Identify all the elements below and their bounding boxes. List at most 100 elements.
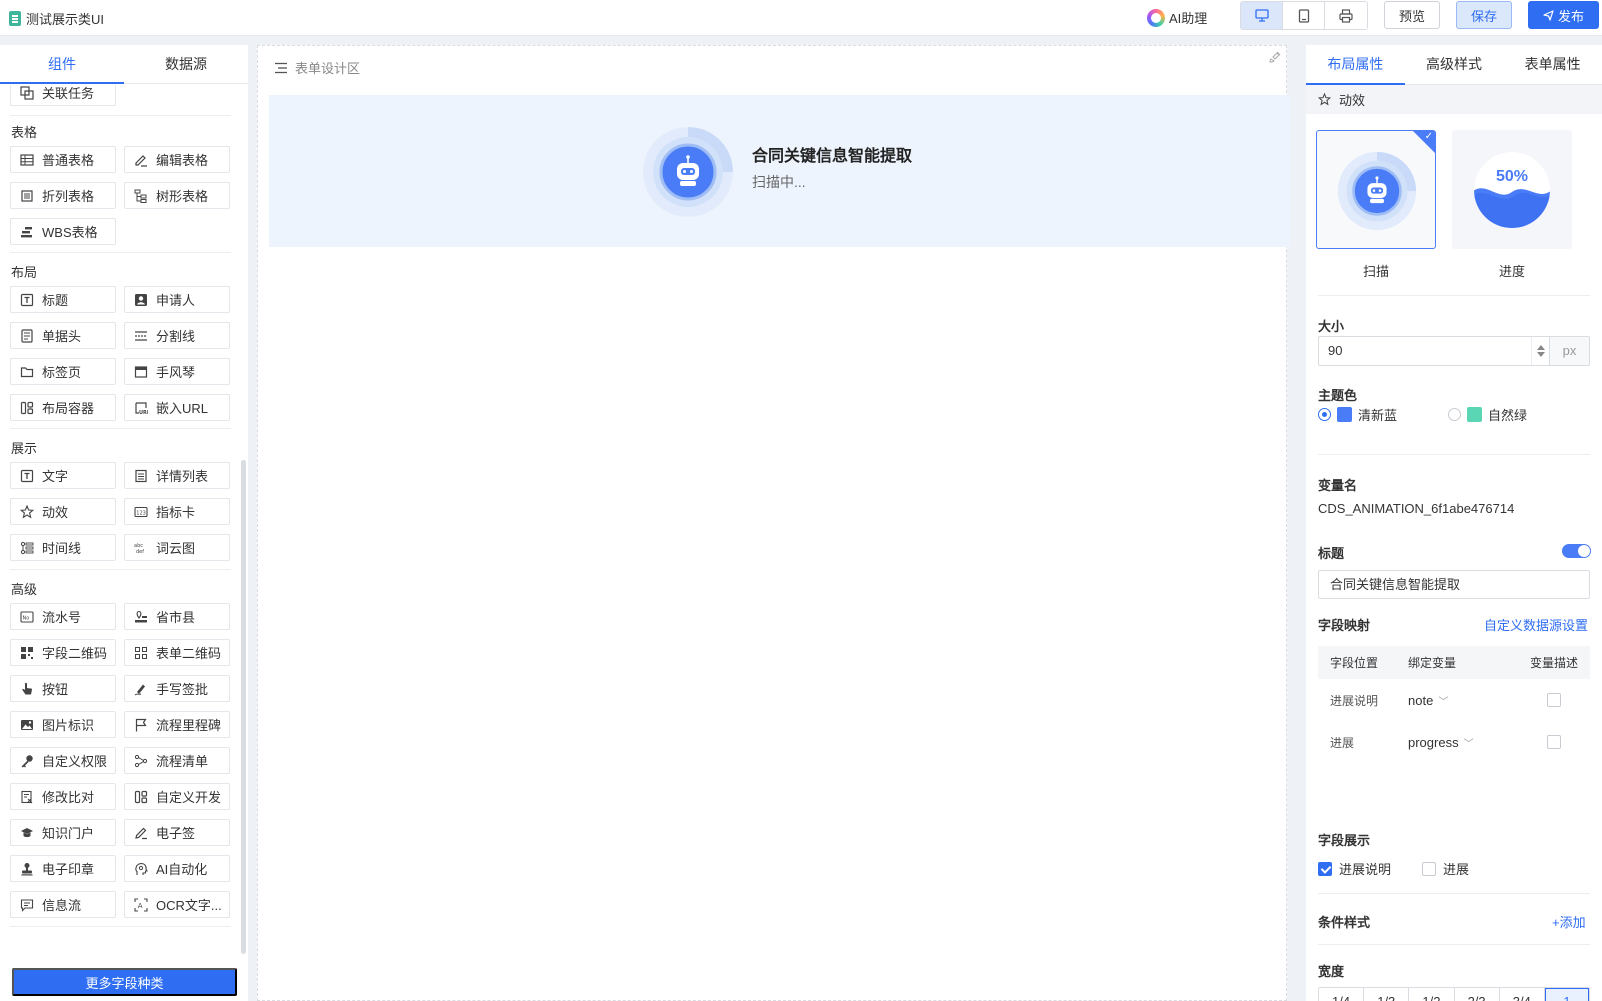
animation-option-progress[interactable]: 50% [1452, 130, 1572, 249]
checkbox-checked[interactable] [1318, 861, 1332, 876]
qr-code-icon [20, 646, 34, 660]
comp-related-task[interactable]: 关联任务 [10, 85, 116, 106]
section-header-animation: 动效 [1306, 85, 1602, 114]
width-option[interactable]: 3/4 [1500, 988, 1545, 1001]
radio-selected[interactable] [1318, 408, 1331, 421]
publish-button[interactable]: 发布 [1528, 1, 1600, 29]
ai-assistant-button[interactable]: AI助理 [1147, 8, 1207, 27]
comp-e-sign[interactable]: 电子签 [124, 819, 230, 846]
comp-timeline[interactable]: 时间线 [10, 534, 116, 561]
field-mapping-label: 字段映射 [1318, 618, 1371, 633]
width-option-selected[interactable]: 1 [1544, 988, 1590, 1001]
divider [1318, 944, 1590, 945]
tab-layout-props[interactable]: 布局属性 [1306, 45, 1405, 85]
comp-button[interactable]: 按钮 [10, 675, 116, 702]
star-icon [20, 504, 34, 519]
comp-milestone[interactable]: 流程里程碑 [124, 711, 230, 738]
animation-option-scan[interactable]: ✓ [1316, 130, 1436, 249]
svg-text:def: def [136, 549, 144, 555]
svg-text:URL: URL [139, 410, 148, 415]
desktop-view-button[interactable] [1241, 2, 1283, 29]
comp-field-qr[interactable]: 字段二维码 [10, 639, 116, 666]
width-option[interactable]: 1/3 [1364, 988, 1410, 1001]
comp-tree-table[interactable]: 树形表格 [124, 182, 230, 209]
preview-button[interactable]: 预览 [1384, 1, 1441, 29]
width-option[interactable]: 2/3 [1455, 988, 1500, 1001]
broom-icon[interactable] [1268, 50, 1282, 64]
scrollbar[interactable] [241, 460, 246, 954]
add-condition-link[interactable]: +添加 [1552, 912, 1586, 931]
comp-province[interactable]: 省市县 [124, 603, 230, 630]
comp-doc-header[interactable]: 单据头 [10, 322, 116, 349]
comp-process-list[interactable]: 流程清单 [124, 747, 230, 774]
stepper-up-icon[interactable] [1536, 345, 1545, 350]
scan-label: 扫描 [1362, 264, 1389, 279]
comp-animation[interactable]: 动效 [10, 498, 116, 525]
variable-select[interactable]: progress ﹀ [1408, 735, 1518, 750]
tab-components[interactable]: 组件 [0, 45, 124, 84]
tab-form-props[interactable]: 表单属性 [1503, 45, 1602, 84]
comp-tab-page[interactable]: 标签页 [10, 358, 116, 385]
theme-option-blue[interactable]: 清新蓝 [1318, 405, 1397, 424]
comp-custom-dev[interactable]: 自定义开发 [124, 783, 230, 810]
comp-info-flow[interactable]: 信息流 [10, 891, 116, 918]
print-view-button[interactable] [1325, 2, 1367, 29]
checkbox-unchecked[interactable] [1422, 861, 1436, 876]
comp-ocr[interactable]: A OCR文字... [124, 891, 230, 918]
comp-divider[interactable]: 分割线 [124, 322, 230, 349]
comp-e-seal[interactable]: 电子印章 [10, 855, 116, 882]
save-button[interactable]: 保存 [1456, 1, 1513, 29]
tab-advanced-style[interactable]: 高级样式 [1405, 45, 1504, 84]
comp-embed-url[interactable]: URL 嵌入URL [124, 394, 230, 421]
comp-form-qr[interactable]: 表单二维码 [124, 639, 230, 666]
star-icon [1318, 93, 1331, 106]
width-option[interactable]: 1/2 [1409, 988, 1455, 1001]
pen-icon [134, 682, 148, 696]
size-label: 大小 [1318, 319, 1345, 334]
radio-unselected[interactable] [1448, 408, 1461, 421]
comp-edit-table[interactable]: 编辑表格 [124, 146, 230, 173]
comp-layout-container[interactable]: 布局容器 [10, 394, 116, 421]
comp-accordion[interactable]: 手风琴 [124, 358, 230, 385]
comp-knowledge-portal[interactable]: 知识门户 [10, 819, 116, 846]
custom-datasource-link[interactable]: 自定义数据源设置 [1484, 615, 1588, 634]
display-option-progress[interactable]: 进展 [1422, 859, 1469, 878]
comp-word-cloud[interactable]: abc def 词云图 [124, 534, 230, 561]
comp-ai-automation[interactable]: AI自动化 [124, 855, 230, 882]
stepper-down-icon[interactable] [1536, 352, 1545, 357]
animation-component[interactable]: 合同关键信息智能提取 扫描中... [269, 95, 1290, 247]
width-option[interactable]: 1/4 [1319, 988, 1365, 1001]
comp-custom-perm[interactable]: 自定义权限 [10, 747, 116, 774]
comp-normal-table[interactable]: 普通表格 [10, 146, 116, 173]
comp-detail-list[interactable]: 详情列表 [124, 462, 230, 489]
title-input[interactable]: 合同关键信息智能提取 [1318, 570, 1590, 599]
comp-text[interactable]: 文字 [10, 462, 116, 489]
title-toggle[interactable] [1562, 544, 1591, 558]
comp-handwrite[interactable]: 手写签批 [124, 675, 230, 702]
form-design-area[interactable]: 表单设计区 合同关键信息智能提取 扫描中... [257, 45, 1290, 1001]
size-stepper[interactable] [1531, 337, 1549, 365]
comp-fold-table[interactable]: 折列表格 [10, 182, 116, 209]
comp-applicant[interactable]: 申请人 [124, 286, 230, 313]
tablet-view-button[interactable] [1283, 2, 1325, 29]
comp-title[interactable]: 标题 [10, 286, 116, 313]
comp-kpi-card[interactable]: 123 指标卡 [124, 498, 230, 525]
url-icon: URL [134, 401, 148, 415]
comp-wbs-table[interactable]: WBS表格 [10, 218, 116, 245]
description-checkbox[interactable] [1547, 693, 1561, 707]
size-input[interactable]: 90 px [1318, 336, 1590, 366]
theme-option-green[interactable]: 自然绿 [1448, 405, 1527, 424]
serial-icon: No [20, 610, 34, 624]
display-option-note[interactable]: 进展说明 [1318, 859, 1391, 878]
tab-datasource[interactable]: 数据源 [124, 45, 248, 83]
image-icon [20, 718, 34, 732]
description-checkbox[interactable] [1547, 735, 1561, 749]
printer-icon [1339, 8, 1353, 23]
variable-select[interactable]: note ﹀ [1408, 693, 1518, 708]
comp-revision-compare[interactable]: 修改比对 [10, 783, 116, 810]
comp-image-mark[interactable]: 图片标识 [10, 711, 116, 738]
more-field-types-button[interactable]: 更多字段种类 [12, 968, 237, 996]
comp-serial-no[interactable]: No 流水号 [10, 603, 116, 630]
component-list[interactable]: 关联任务 表格 普通表格 编辑表格 折列表格 树形表格 WBS表格 布局 标题 [0, 85, 240, 955]
doc-header-icon [20, 328, 34, 343]
